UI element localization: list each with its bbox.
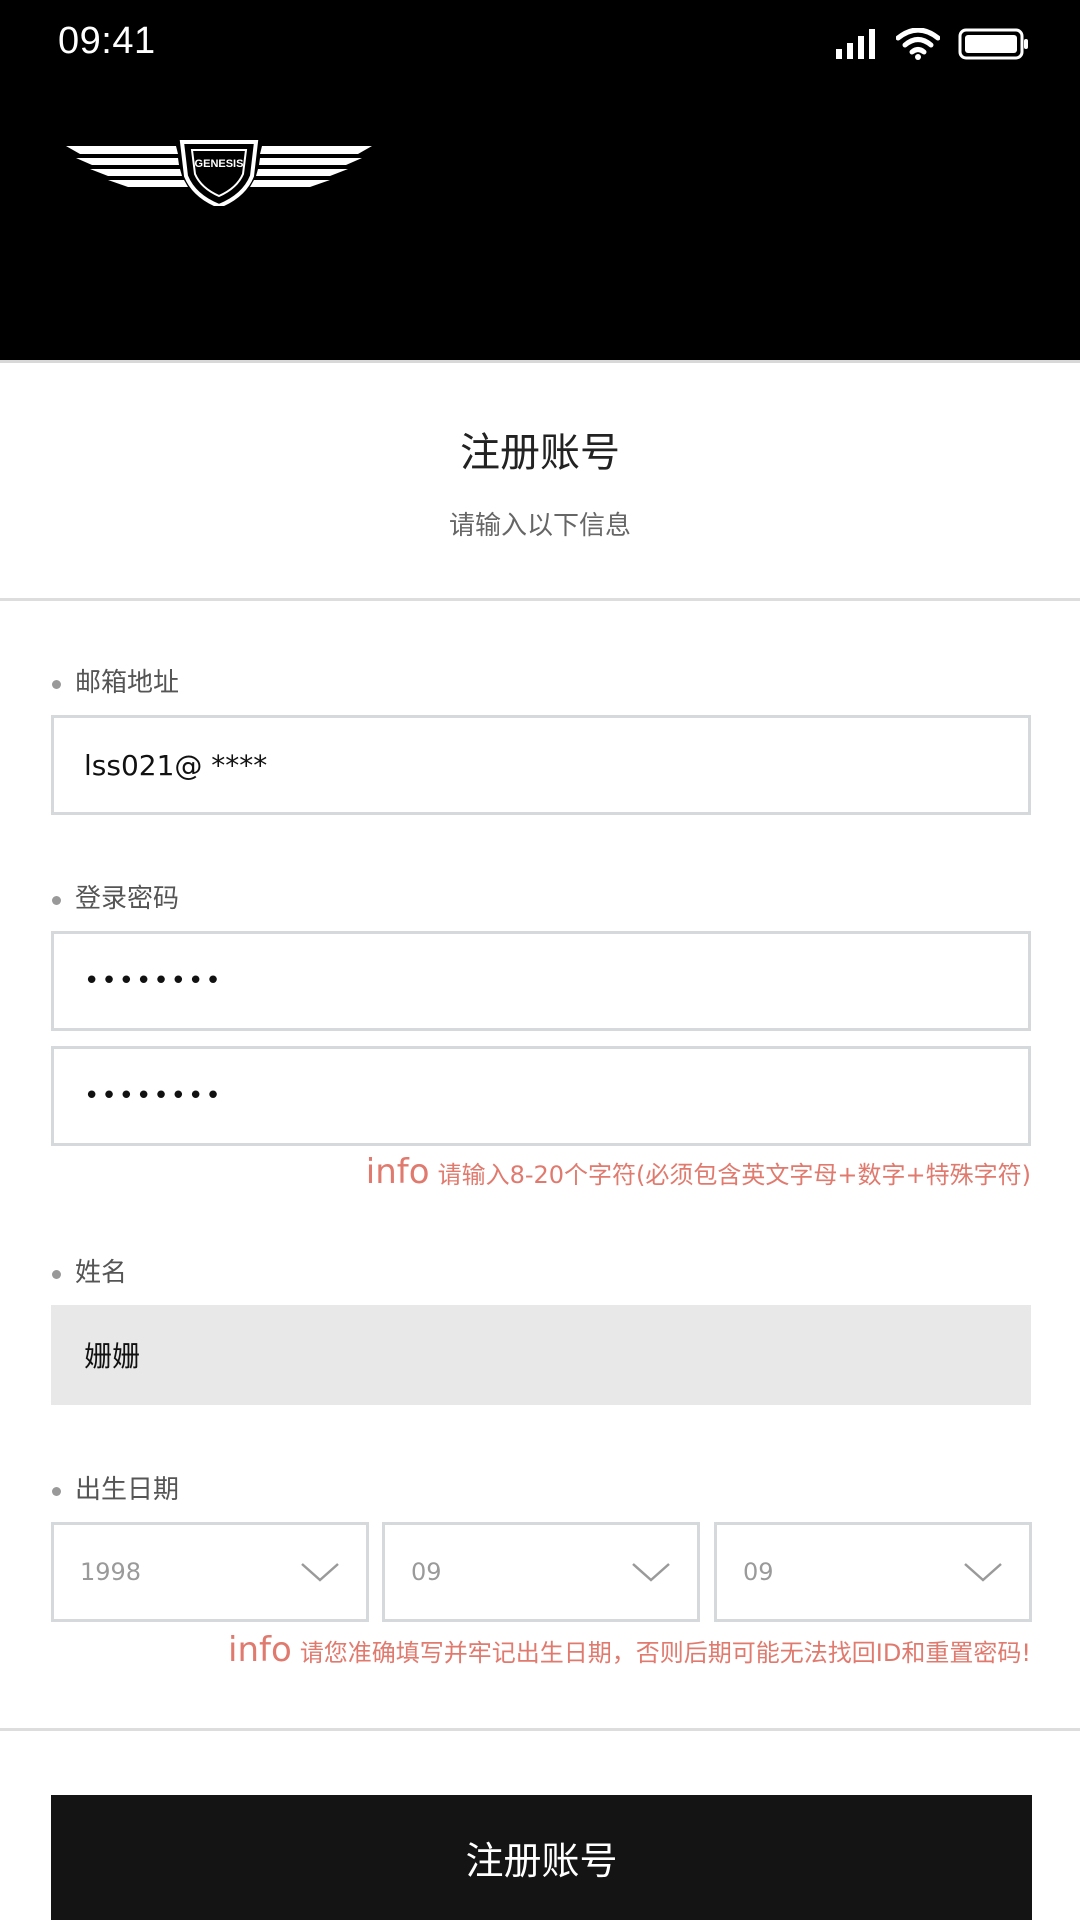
day-value: 09 <box>743 1558 774 1586</box>
password-label-text: 登录密码 <box>75 884 180 914</box>
year-select[interactable]: 1998 <box>51 1522 369 1622</box>
chevron-down-icon <box>632 1563 670 1582</box>
page-subtitle: 请输入以下信息 <box>448 511 631 541</box>
brand-header: 09:41 GENESIS <box>0 0 1080 360</box>
birthdate-hint-text: 请您准确填写并牢记出生日期，否则后期可能无法找回ID和重置密码! <box>299 1639 1031 1667</box>
month-value: 09 <box>411 1558 442 1586</box>
password-confirm-value: •••••••• <box>84 1081 223 1111</box>
password-field[interactable]: •••••••• <box>51 931 1031 1031</box>
day-select[interactable]: 09 <box>714 1522 1032 1622</box>
password-value: •••••••• <box>84 966 223 996</box>
name-label: 姓名 <box>52 1252 127 1289</box>
email-label: 邮箱地址 <box>52 662 179 699</box>
email-field[interactable]: lss021@ **** <box>51 715 1031 815</box>
genesis-logo: GENESIS <box>66 140 372 206</box>
info-label: info <box>228 1630 292 1670</box>
required-dot <box>52 896 61 905</box>
required-dot <box>52 680 61 689</box>
page-title: 注册账号 <box>460 430 620 476</box>
signal-icon <box>836 29 875 59</box>
section-divider <box>0 1728 1080 1731</box>
register-button[interactable]: 注册账号 <box>51 1795 1032 1920</box>
required-dot <box>52 1487 61 1496</box>
month-select[interactable]: 09 <box>382 1522 700 1622</box>
birthdate-label-text: 出生日期 <box>75 1475 180 1505</box>
birthdate-label: 出生日期 <box>52 1469 179 1506</box>
password-hint: info 请输入8-20个字符(必须包含英文字母+数字+特殊字符) <box>366 1152 1031 1192</box>
status-icons <box>836 26 1030 62</box>
password-hint-text: 请输入8-20个字符(必须包含英文字母+数字+特殊字符) <box>437 1161 1031 1189</box>
logo-wordmark: GENESIS <box>195 158 244 170</box>
required-dot <box>52 1270 61 1279</box>
register-page: 09:41 GENESIS 注册账号 请输入以下信息 邮箱地址 lss021@ … <box>0 0 1080 1920</box>
info-label: info <box>365 1152 430 1192</box>
year-value: 1998 <box>80 1558 142 1586</box>
password-confirm-field[interactable]: •••••••• <box>51 1046 1031 1146</box>
password-label: 登录密码 <box>52 878 179 915</box>
name-label-text: 姓名 <box>75 1258 128 1288</box>
battery-icon <box>958 28 1028 60</box>
header-divider <box>0 360 1080 363</box>
section-divider <box>0 598 1080 601</box>
status-time: 09:41 <box>58 20 156 62</box>
chevron-down-icon <box>301 1563 339 1582</box>
name-value: 姗姗 <box>84 1340 141 1373</box>
wifi-icon <box>896 28 940 60</box>
birthdate-hint: info 请您准确填写并牢记出生日期，否则后期可能无法找回ID和重置密码! <box>228 1630 1031 1670</box>
email-value: lss021@ **** <box>84 748 268 782</box>
email-label-text: 邮箱地址 <box>75 668 180 698</box>
chevron-down-icon <box>964 1563 1002 1582</box>
name-field[interactable]: 姗姗 <box>51 1305 1031 1405</box>
